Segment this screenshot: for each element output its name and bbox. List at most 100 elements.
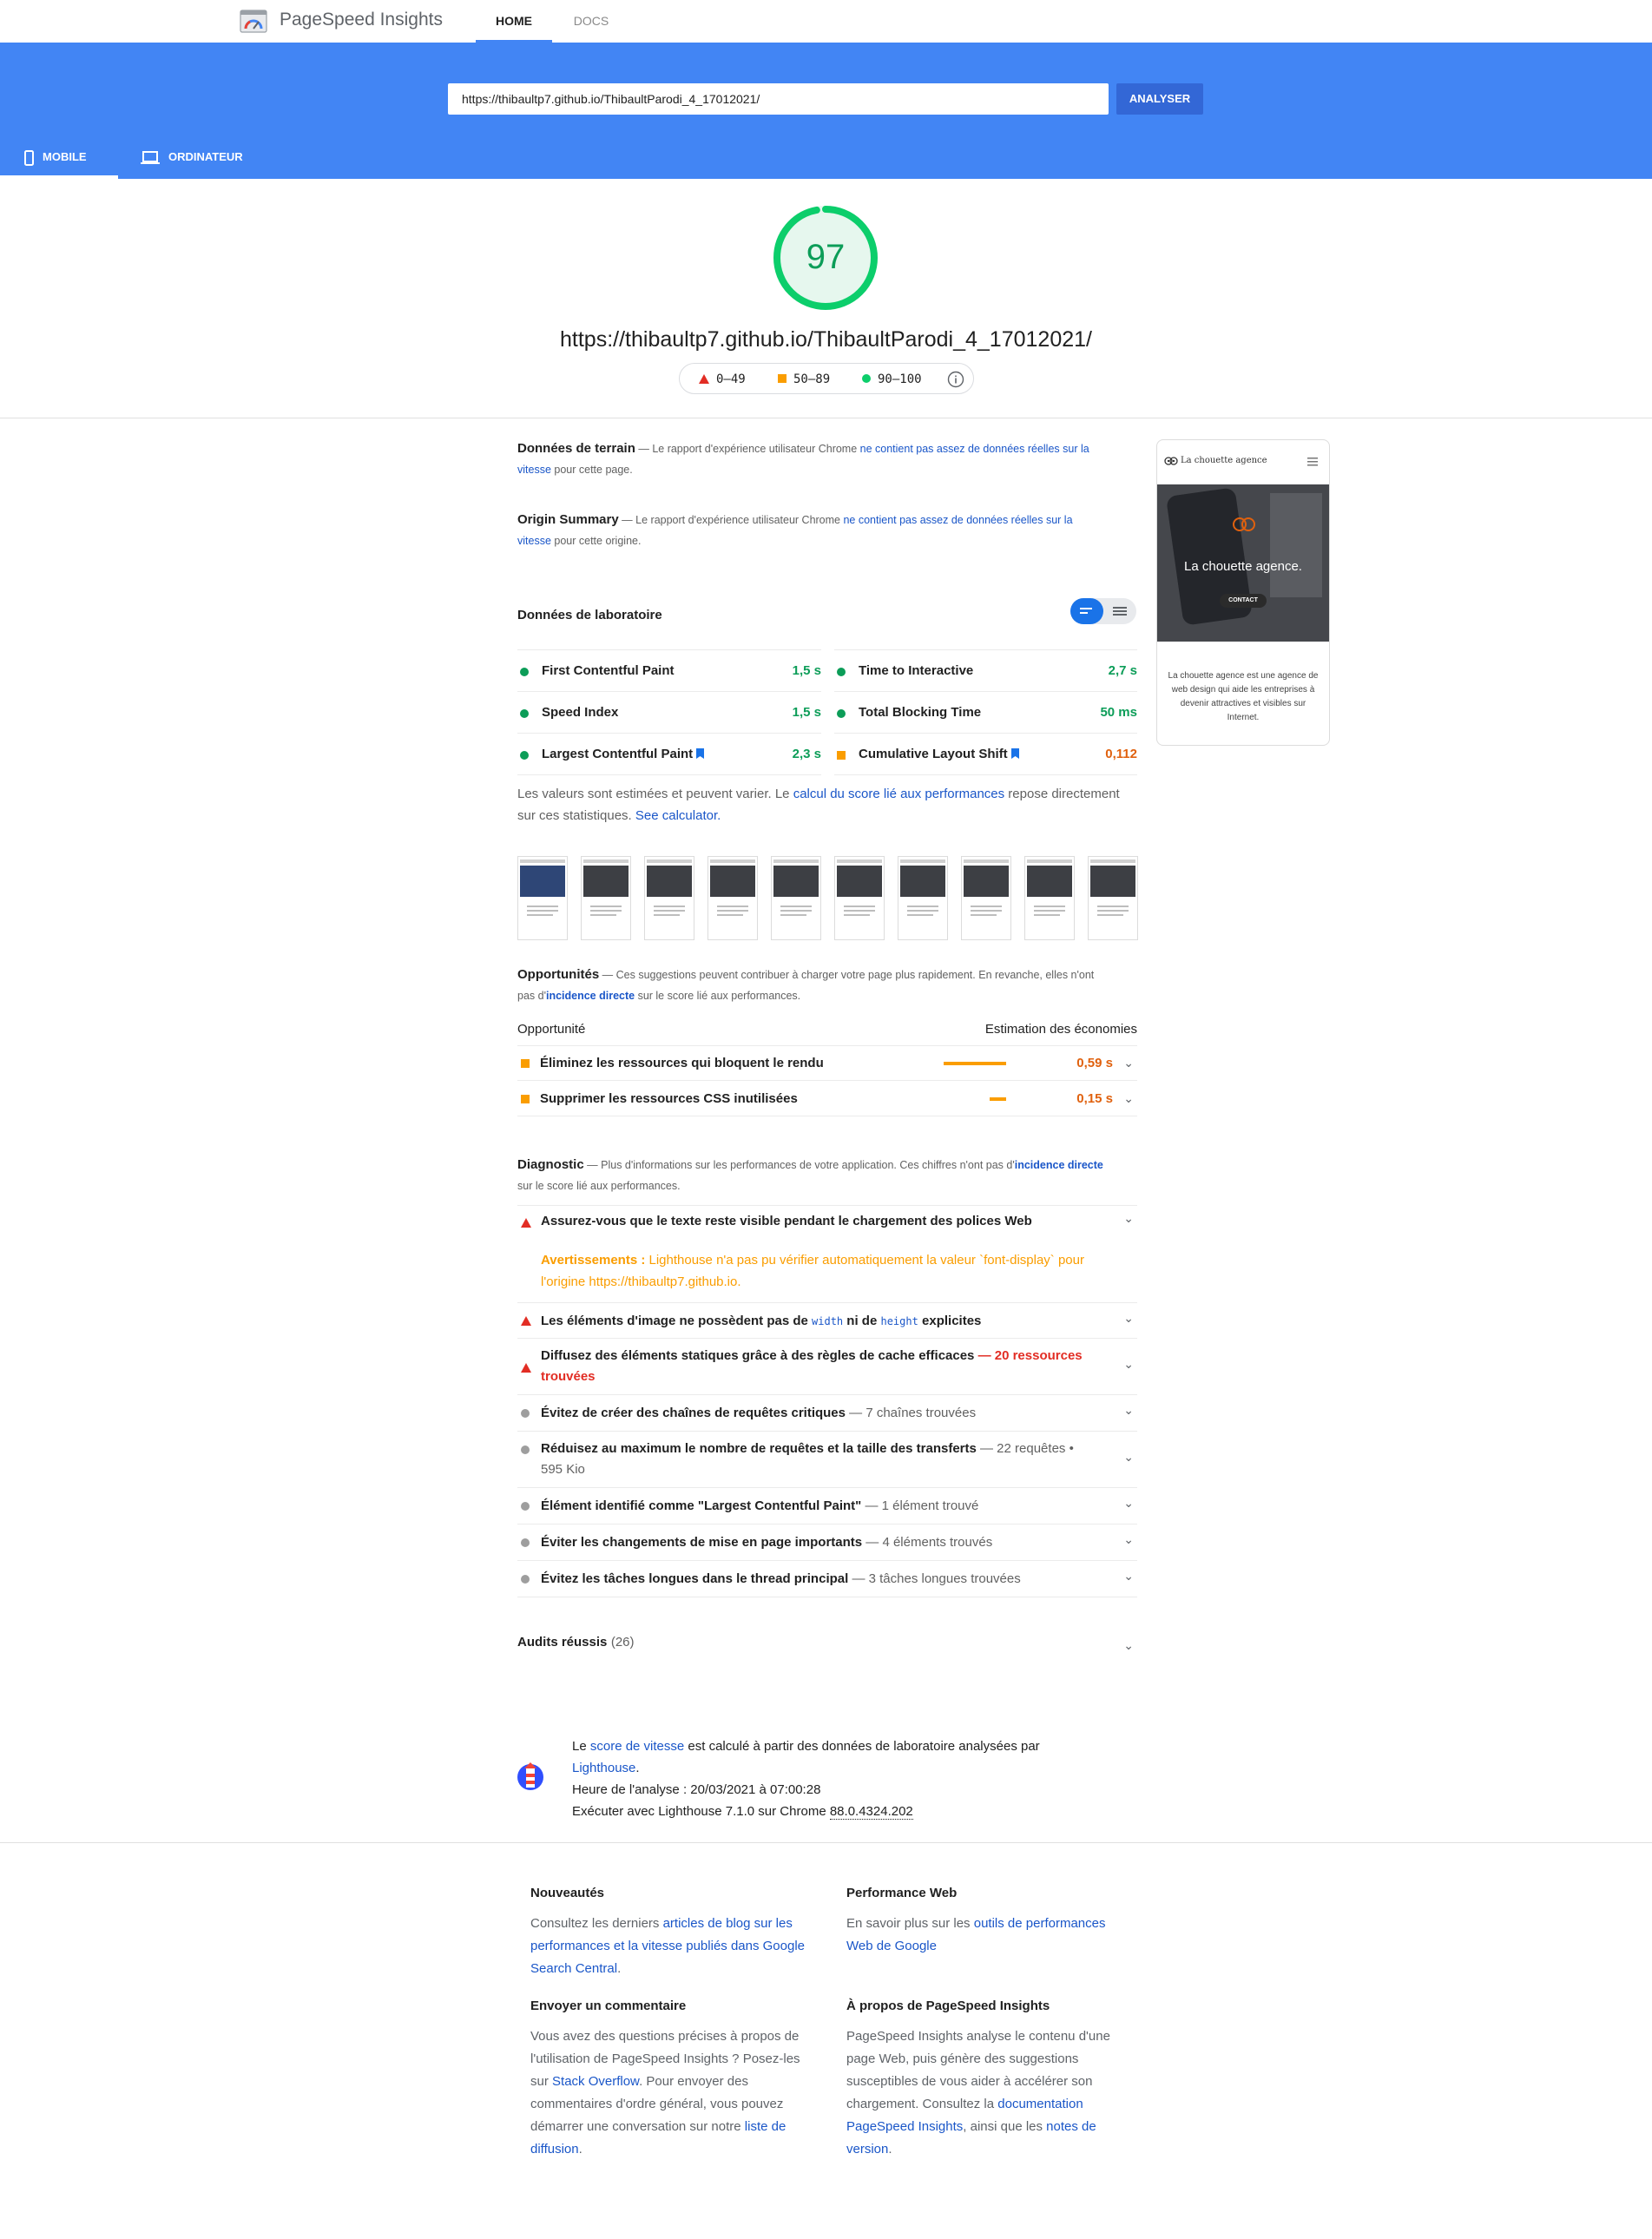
analyse-button[interactable]: ANALYSER bbox=[1116, 83, 1203, 115]
pagespeed-logo-icon[interactable] bbox=[240, 8, 267, 34]
opportunity-unused-css[interactable]: Supprimer les ressources CSS inutilisées… bbox=[517, 1082, 1137, 1116]
chevron-down-icon[interactable]: ⌄ bbox=[1123, 1450, 1134, 1465]
diagnostic-label-a: Les éléments d'image ne possèdent pas de bbox=[541, 1314, 813, 1328]
warning-label: Avertissements : bbox=[541, 1253, 649, 1268]
diagnostic-font-display[interactable]: Assurez-vous que le texte reste visible … bbox=[517, 1206, 1137, 1303]
diagnostic-layout-shift[interactable]: Éviter les changements de mise en page i… bbox=[517, 1525, 1137, 1561]
performance-score: 97 bbox=[806, 238, 846, 276]
metric-fcp: First Contentful Paint 1,5 s bbox=[517, 650, 821, 692]
opportunity-label: Supprimer les ressources CSS inutilisées bbox=[540, 1091, 798, 1106]
filmstrip-frame bbox=[834, 856, 885, 940]
run-info-text: Le bbox=[572, 1739, 590, 1754]
bookmark-icon[interactable] bbox=[1010, 748, 1019, 759]
smartphone-icon bbox=[24, 149, 34, 166]
diagnostic-label-main: Évitez de créer des chaînes de requêtes … bbox=[541, 1406, 846, 1420]
field-data-section: Données de terrain — Le rapport d'expéri… bbox=[517, 438, 1090, 480]
direct-impact-link[interactable]: incidence directe bbox=[546, 990, 635, 1002]
code-width: width bbox=[812, 1315, 844, 1327]
diagnostic-cache-policy[interactable]: Diffusez des éléments statiques grâce à … bbox=[517, 1340, 1137, 1395]
metric-label: Time to Interactive bbox=[859, 663, 974, 678]
chevron-down-icon[interactable]: ⌄ bbox=[1123, 1569, 1134, 1584]
footer-web-perf: Performance Web En savoir plus sur les o… bbox=[846, 1886, 1121, 1958]
list-icon[interactable] bbox=[1113, 606, 1127, 616]
metric-value: 0,112 bbox=[1105, 747, 1137, 761]
chevron-down-icon[interactable]: ⌄ bbox=[1123, 1403, 1134, 1418]
diagnostic-label-main: Réduisez au maximum le nombre de requête… bbox=[541, 1441, 977, 1456]
see-calculator-link[interactable]: See calculator. bbox=[635, 808, 721, 823]
legend-average: 50–89 bbox=[778, 372, 830, 386]
footer-feedback: Envoyer un commentaire Vous avez des que… bbox=[530, 1999, 805, 2161]
filmstrip-frame bbox=[581, 856, 631, 940]
opportunity-render-blocking[interactable]: Éliminez les ressources qui bloquent le … bbox=[517, 1046, 1137, 1081]
pass-circle-icon bbox=[520, 668, 529, 676]
brand-name[interactable]: PageSpeed Insights bbox=[280, 10, 443, 30]
chevron-down-icon[interactable]: ⌄ bbox=[1123, 1056, 1134, 1070]
tab-mobile-label: MOBILE bbox=[43, 150, 87, 163]
pass-circle-icon bbox=[837, 709, 846, 718]
legend-fail-range: 0–49 bbox=[716, 372, 746, 386]
diagnostic-image-size[interactable]: Les éléments d'image ne possèdent pas de… bbox=[517, 1304, 1137, 1339]
chevron-down-icon[interactable]: ⌄ bbox=[1123, 1311, 1134, 1326]
run-info-text-2: est calculé à partir des données de labo… bbox=[684, 1739, 1040, 1754]
footer-web-perf-title: Performance Web bbox=[846, 1886, 958, 1900]
field-data-tail: pour cette page. bbox=[550, 464, 633, 476]
opportunities-desc-2: sur le score lié aux performances. bbox=[635, 990, 801, 1002]
fail-triangle-icon bbox=[521, 1316, 531, 1326]
metric-value: 1,5 s bbox=[792, 705, 821, 720]
origin-summary-title: Origin Summary bbox=[517, 512, 619, 527]
diagnostic-lcp-element[interactable]: Élément identifié comme "Largest Content… bbox=[517, 1489, 1137, 1524]
url-input[interactable] bbox=[448, 83, 1109, 115]
top-bar: PageSpeed Insights HOME DOCS bbox=[0, 0, 1652, 43]
field-data-dash: — Le rapport d'expérience utilisateur Ch… bbox=[635, 443, 860, 455]
tab-desktop[interactable]: ORDINATEUR bbox=[139, 139, 260, 179]
nav-home-tab[interactable]: HOME bbox=[476, 0, 552, 43]
score-calculation-link[interactable]: calcul du score lié aux performances bbox=[793, 787, 1004, 801]
owl-logo-icon bbox=[1164, 457, 1178, 465]
nav-docs-tab[interactable]: DOCS bbox=[563, 0, 620, 43]
preview-hero-text: La chouette agence. bbox=[1184, 559, 1302, 574]
stack-overflow-link[interactable]: Stack Overflow bbox=[552, 2074, 639, 2089]
info-icon[interactable] bbox=[947, 371, 964, 388]
warning-box: Avertissements : Lighthouse n'a pas pu v… bbox=[541, 1249, 1096, 1293]
info-circle-icon bbox=[521, 1502, 530, 1511]
chevron-down-icon[interactable]: ⌄ bbox=[1123, 1496, 1134, 1511]
footer-web-perf-text: En savoir plus sur les bbox=[846, 1916, 974, 1931]
diagnostic-long-tasks[interactable]: Évitez les tâches longues dans le thread… bbox=[517, 1562, 1137, 1597]
pass-circle-icon bbox=[520, 751, 529, 760]
filmstrip-frame bbox=[771, 856, 821, 940]
diagnostic-desc: — Plus d'informations sur les performanc… bbox=[583, 1159, 1015, 1171]
diagnostic-label-main: Élément identifié comme "Largest Content… bbox=[541, 1498, 862, 1513]
lighthouse-link[interactable]: Lighthouse bbox=[572, 1761, 635, 1775]
diagnostic-critical-chains[interactable]: Évitez de créer des chaînes de requêtes … bbox=[517, 1396, 1137, 1432]
footer-feedback-title: Envoyer un commentaire bbox=[530, 1999, 687, 2013]
pass-circle-icon bbox=[520, 709, 529, 718]
metric-cls: Cumulative Layout Shift 0,112 bbox=[834, 734, 1137, 775]
chevron-down-icon[interactable]: ⌄ bbox=[1123, 1532, 1134, 1547]
view-toggle[interactable] bbox=[1070, 598, 1136, 624]
info-circle-icon bbox=[521, 1538, 530, 1547]
average-square-icon bbox=[521, 1059, 530, 1068]
chevron-down-icon[interactable]: ⌄ bbox=[1123, 1357, 1134, 1372]
direct-impact-link[interactable]: incidence directe bbox=[1015, 1159, 1103, 1171]
hamburger-menu-icon bbox=[1307, 458, 1318, 466]
chevron-down-icon[interactable]: ⌄ bbox=[1123, 1211, 1134, 1226]
run-info: Le score de vitesse est calculé à partir… bbox=[572, 1735, 1093, 1822]
filmstrip-frame bbox=[898, 856, 948, 940]
preview-site-name: La chouette agence bbox=[1181, 456, 1267, 465]
speed-score-link[interactable]: score de vitesse bbox=[590, 1739, 684, 1754]
diagnostic-request-count[interactable]: Réduisez au maximum le nombre de requête… bbox=[517, 1432, 1137, 1488]
toggle-summary-option[interactable] bbox=[1070, 598, 1103, 624]
tab-mobile[interactable]: MOBILE bbox=[0, 139, 118, 179]
savings-bar bbox=[944, 1062, 1006, 1065]
opportunities-title: Opportunités bbox=[517, 967, 600, 982]
passed-audits-toggle[interactable]: Audits réussis (26) ⌄ bbox=[517, 1635, 1137, 1656]
chevron-down-icon[interactable]: ⌄ bbox=[1123, 1638, 1134, 1653]
preview-hero: La chouette agence. CONTACT bbox=[1157, 484, 1329, 642]
chrome-version[interactable]: 88.0.4324.202 bbox=[829, 1804, 913, 1820]
bookmark-icon[interactable] bbox=[696, 748, 705, 759]
origin-summary-dash: — Le rapport d'expérience utilisateur Ch… bbox=[618, 514, 844, 526]
metric-label-wrap: Cumulative Layout Shift bbox=[859, 747, 1019, 761]
chevron-down-icon[interactable]: ⌄ bbox=[1123, 1091, 1134, 1106]
owl-logo-icon bbox=[1233, 517, 1255, 531]
opportunities-section: Opportunités — Ces suggestions peuvent c… bbox=[517, 965, 1108, 1006]
